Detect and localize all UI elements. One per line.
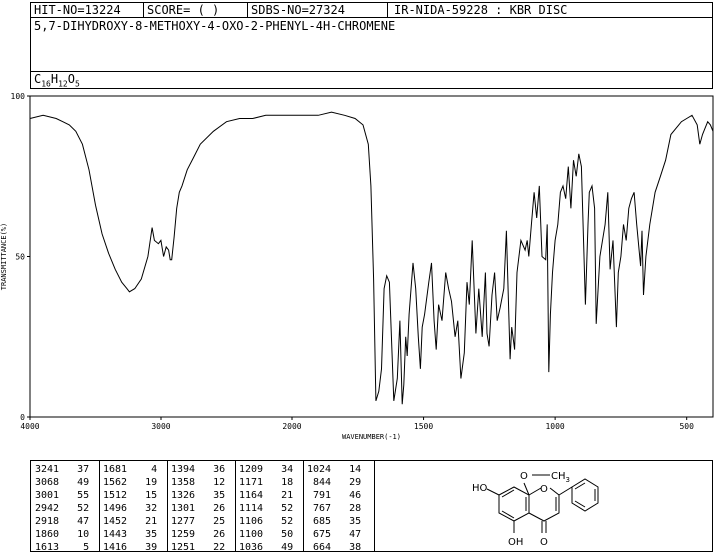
peak-row: 3068 49	[35, 477, 90, 488]
y-tick-label: 100	[11, 92, 26, 101]
column-divider	[374, 461, 375, 551]
peak-row: 1164 21	[239, 490, 294, 501]
y-axis-label: TRANSMITTANCE(%)	[0, 223, 8, 290]
peak-column: 3241 37 3068 49 3001 55 2942 52 2918 47 1860 …	[35, 463, 89, 554]
peak-row: 1416 39	[103, 542, 158, 553]
peak-row: 1301 26	[171, 503, 226, 514]
peak-row: 767 28	[307, 503, 362, 514]
x-tick-label: 500	[679, 422, 694, 431]
plot-frame	[29, 95, 714, 418]
ring-oxygen-label: O	[540, 484, 548, 495]
peak-row: 1562 19	[103, 477, 158, 488]
y-tick-label: 50	[15, 253, 25, 262]
peak-column: 1681 4 1562 19 1512 15 1496 32 1452 21 1443 3…	[103, 463, 157, 554]
peak-row: 1259 26	[171, 529, 226, 540]
peak-row: 1326 35	[171, 490, 226, 501]
x-tick-label: 2000	[282, 422, 301, 431]
peak-row: 1394 36	[171, 464, 226, 475]
x-tick-label: 1500	[414, 422, 433, 431]
hydroxy-label: HO	[472, 483, 488, 494]
column-divider	[99, 461, 100, 551]
peak-row: 791 46	[307, 490, 362, 501]
methyl-label: CH3	[551, 471, 570, 484]
peak-column: 1394 36 1358 12 1326 35 1301 26 1277 25 1259 …	[171, 463, 225, 554]
peak-row: 1106 52	[239, 516, 294, 527]
peak-row: 1114 52	[239, 503, 294, 514]
peak-column: 1024 14 844 29 791 46 767 28 685 35 675 …	[307, 463, 361, 554]
peak-row: 1036 49	[239, 542, 294, 553]
peak-row: 844 29	[307, 477, 362, 488]
peak-row: 1100 50	[239, 529, 294, 540]
peak-row: 1452 21	[103, 516, 158, 527]
x-axis-label: WAVENUMBER(-1)	[342, 433, 401, 441]
peak-table: HO OH O O O CH3 3241 37 3068 49 3001 55 294…	[30, 460, 713, 554]
peak-row: 1496 32	[103, 503, 158, 514]
peak-row: 1171 18	[239, 477, 294, 488]
peak-row: 3001 55	[35, 490, 90, 501]
column-divider	[167, 461, 168, 551]
spectrum-line	[29, 111, 714, 405]
keto-oxygen-label: O	[540, 537, 548, 548]
y-tick-label: 0	[20, 413, 25, 422]
chemical-structure: HO OH O O O CH3	[374, 461, 713, 551]
peak-row: 664 38	[307, 542, 362, 553]
hydroxy-label: OH	[508, 537, 523, 548]
peak-row: 2918 47	[35, 516, 90, 527]
column-divider	[235, 461, 236, 551]
benzo-ring	[498, 486, 530, 522]
peak-row: 1277 25	[171, 516, 226, 527]
x-tick-label: 4000	[20, 422, 39, 431]
peak-row: 1512 15	[103, 490, 158, 501]
x-tick-label: 3000	[151, 422, 170, 431]
peak-row: 1251 22	[171, 542, 226, 553]
peak-row: 1209 34	[239, 464, 294, 475]
peak-row: 3241 37	[35, 464, 90, 475]
column-divider	[303, 461, 304, 551]
peak-row: 675 47	[307, 529, 362, 540]
peak-row: 1024 14	[307, 464, 362, 475]
peak-row: 1860 10	[35, 529, 90, 540]
peak-row: 1358 12	[171, 477, 226, 488]
peak-row: 2942 52	[35, 503, 90, 514]
peak-row: 685 35	[307, 516, 362, 527]
peak-row: 1443 35	[103, 529, 158, 540]
phenyl-ring	[571, 478, 599, 512]
peak-row: 1681 4	[103, 464, 158, 475]
ir-spectrum-chart: 0 50 100 4000 3000 2000 1500 1000 500 WAVENUMBER(…	[0, 92, 714, 441]
x-tick-label: 1000	[545, 422, 564, 431]
peak-column: 1209 34 1171 18 1164 21 1114 52 1106 52 1100 …	[239, 463, 293, 554]
peak-row: 1613 5	[35, 542, 90, 553]
methoxy-oxygen-label: O	[520, 471, 528, 482]
